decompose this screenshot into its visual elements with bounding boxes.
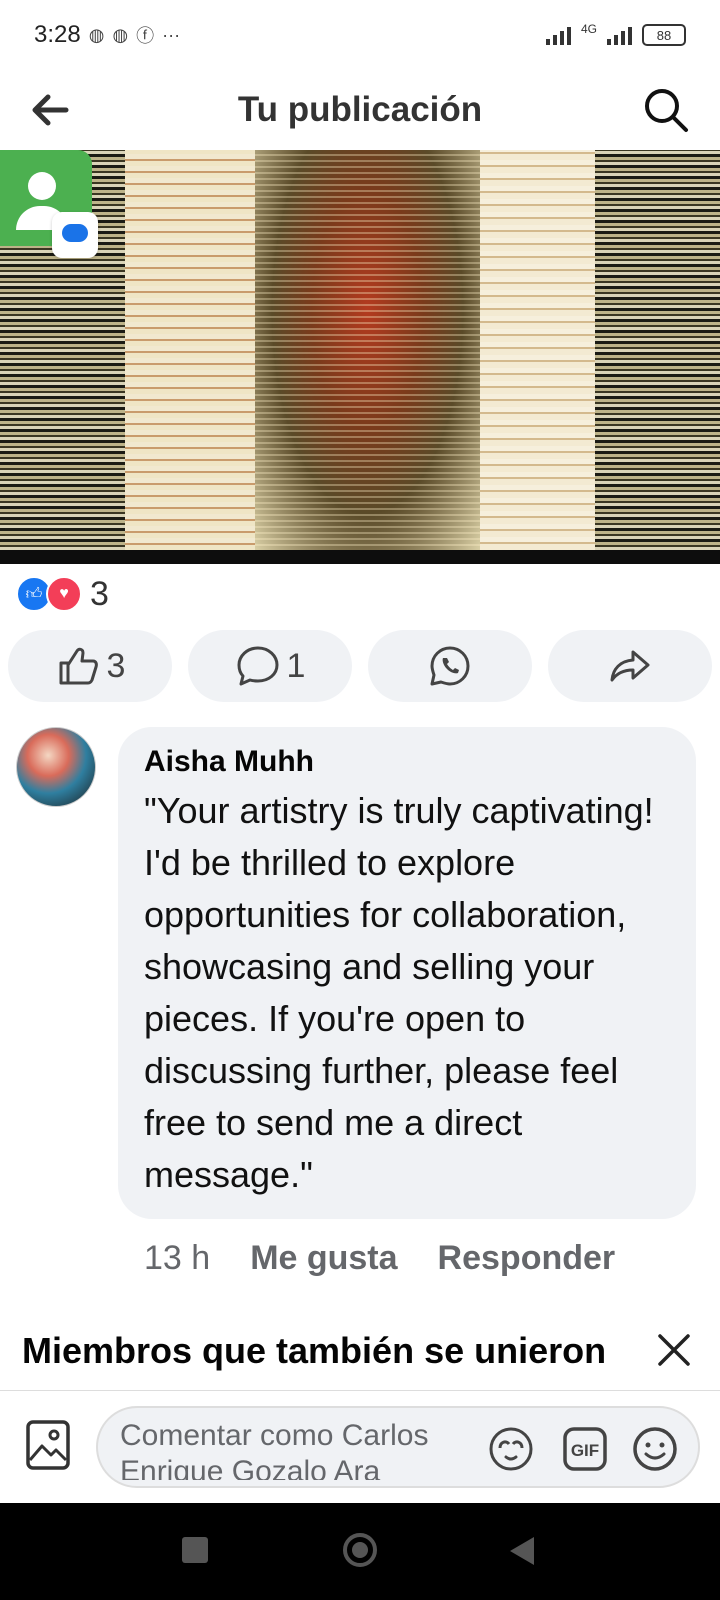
- facebook-icon: ⓕ: [136, 26, 155, 46]
- comment-text: "Your artistry is truly captivating! I'd…: [144, 790, 654, 1195]
- header: Tu publicación: [0, 70, 720, 150]
- comment-icon: [237, 646, 279, 686]
- search-icon[interactable]: [638, 82, 694, 138]
- comment-meta: 13 h Me gusta Responder: [144, 1239, 615, 1278]
- back-button[interactable]: [510, 1537, 534, 1565]
- emoji-icon[interactable]: [630, 1424, 680, 1474]
- back-arrow-icon[interactable]: [26, 86, 74, 134]
- system-navigation-bar: [0, 1503, 720, 1600]
- comment-composer: Comentar como Carlos Enrique Gozalo Ara …: [0, 1392, 720, 1502]
- comment-like-button[interactable]: Me gusta: [250, 1239, 397, 1278]
- page-title: Tu publicación: [237, 90, 483, 129]
- contacts-bubble[interactable]: [0, 150, 98, 258]
- close-icon[interactable]: [652, 1328, 696, 1372]
- signal-icon: [545, 25, 571, 45]
- messenger-icon: ◍: [88, 24, 105, 45]
- share-button[interactable]: [548, 630, 712, 702]
- photo-icon[interactable]: [24, 1418, 72, 1472]
- status-bar: 3:28 ◍ ◍ ⓕ ··· 4G 88: [0, 0, 720, 70]
- thumbs-up-icon: [59, 647, 98, 685]
- share-arrow-icon: [610, 650, 650, 682]
- comment-time: 13 h: [144, 1239, 211, 1277]
- contact-person-icon: [28, 172, 56, 200]
- comment-count: 1: [286, 646, 306, 685]
- reaction-count: 3: [90, 574, 109, 613]
- messenger-icon: ◍: [112, 24, 129, 45]
- post-actions: 3 1: [8, 630, 712, 702]
- like-count: 3: [106, 646, 126, 685]
- image-panel-left: [125, 150, 255, 550]
- love-reaction-icon: ♥: [46, 576, 82, 612]
- status-left: 3:28 ◍ ◍ ⓕ ···: [34, 21, 180, 49]
- avatar-sticker-icon[interactable]: [486, 1424, 536, 1474]
- image-bottom-strip: [0, 550, 720, 564]
- comment-button[interactable]: 1: [188, 630, 352, 702]
- comment-input[interactable]: Comentar como Carlos Enrique Gozalo Ara …: [96, 1406, 700, 1488]
- battery-icon: 88: [642, 24, 686, 46]
- recent-apps-button[interactable]: [182, 1537, 208, 1563]
- whatsapp-share-button[interactable]: [368, 630, 532, 702]
- svg-text:GIF: GIF: [571, 1441, 599, 1460]
- reactions-summary[interactable]: 👍︎ ♥ 3: [16, 574, 109, 614]
- gif-icon[interactable]: GIF: [560, 1424, 610, 1474]
- members-section: Miembros que también se unieron: [0, 1316, 720, 1391]
- comment-reply-button[interactable]: Responder: [438, 1239, 616, 1278]
- members-section-title: Miembros que también se unieron: [22, 1330, 607, 1371]
- more-notifications-icon: ···: [162, 24, 181, 45]
- comment-input-placeholder: Comentar como Carlos Enrique Gozalo Ara: [120, 1419, 429, 1480]
- avatar[interactable]: [16, 727, 96, 807]
- like-button[interactable]: 3: [8, 630, 172, 702]
- status-time: 3:28: [34, 21, 81, 48]
- network-type: 4G: [580, 22, 597, 36]
- comment-author[interactable]: Aisha Muhh: [144, 745, 670, 779]
- post-image[interactable]: [0, 150, 720, 564]
- image-panel-right: [480, 150, 595, 550]
- status-right: 4G 88: [545, 22, 686, 47]
- whatsapp-icon: [430, 646, 470, 686]
- battery-level: 88: [656, 27, 672, 43]
- messages-icon: [52, 212, 98, 258]
- signal-icon-secondary: [607, 25, 632, 45]
- image-figure: [255, 150, 480, 550]
- home-button[interactable]: [343, 1533, 377, 1567]
- comment-bubble[interactable]: Aisha Muhh "Your artistry is truly capti…: [118, 727, 696, 1219]
